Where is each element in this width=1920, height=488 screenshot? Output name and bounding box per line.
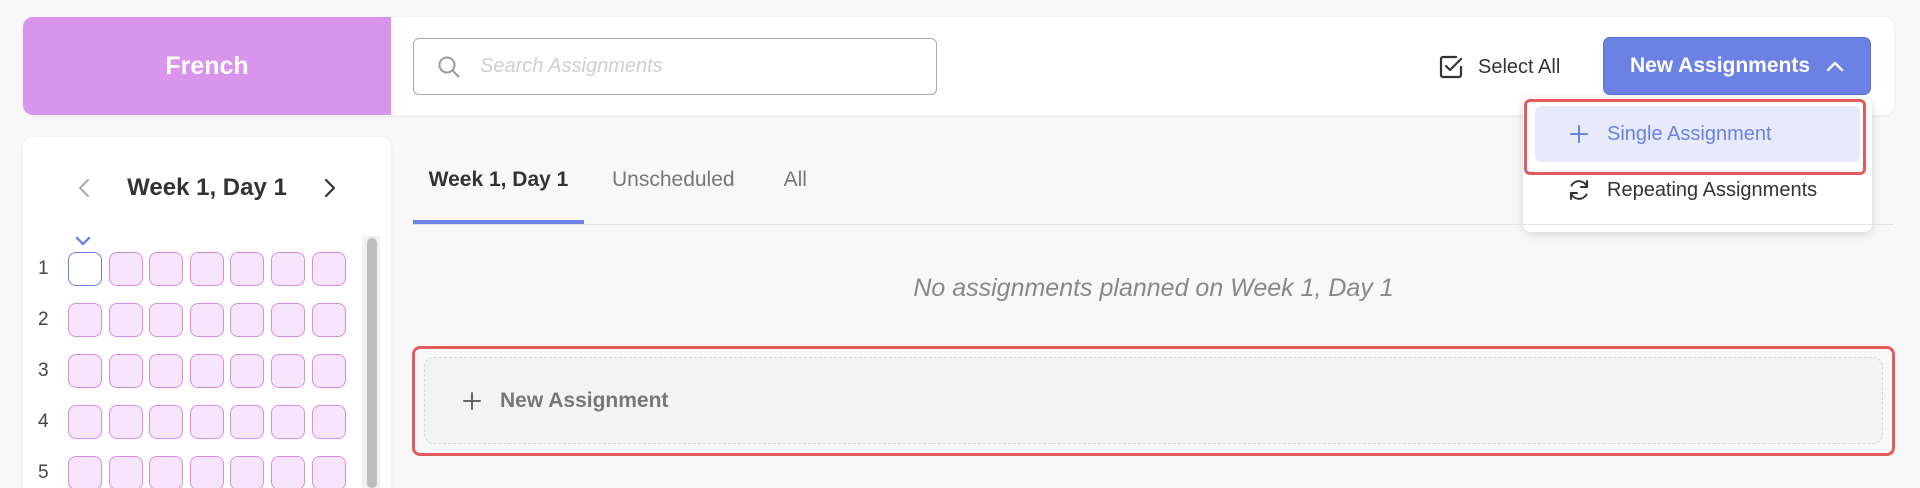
day-cell[interactable]	[270, 404, 305, 439]
day-cell[interactable]	[189, 302, 224, 337]
day-cell[interactable]	[149, 302, 184, 337]
day-cell[interactable]	[270, 251, 305, 286]
single-assignment-option[interactable]: Single Assignment	[1535, 106, 1860, 162]
day-cell[interactable]	[149, 251, 184, 286]
new-assignments-dropdown: Single Assignment Repeating Assignments	[1523, 98, 1872, 232]
select-all-button[interactable]: Select All	[1438, 50, 1560, 84]
tab-all[interactable]: All	[784, 150, 807, 224]
plus-icon	[1565, 120, 1593, 148]
week-row: 2	[38, 294, 352, 345]
day-cell[interactable]	[270, 353, 305, 388]
new-assignments-label: New Assignments	[1629, 54, 1811, 77]
day-cell[interactable]	[108, 251, 143, 286]
week-row: 3	[38, 345, 352, 396]
week-number: 2	[38, 308, 49, 330]
chevron-right-icon[interactable]	[315, 173, 345, 203]
new-assignment-button[interactable]: New Assignment	[424, 357, 1883, 444]
calendar-scrollbar-thumb[interactable]	[367, 238, 377, 488]
empty-state-message: No assignments planned on Week 1, Day 1	[913, 274, 1394, 302]
day-cell[interactable]	[189, 251, 224, 286]
calendar-grid: 1 2 3 4 5	[38, 243, 352, 488]
week-row: 1	[38, 243, 352, 294]
day-cell[interactable]	[311, 353, 346, 388]
week-title: Week 1, Day 1	[127, 174, 287, 201]
week-number: 4	[38, 410, 49, 432]
day-cell[interactable]	[230, 404, 265, 439]
day-cell-today[interactable]	[68, 251, 102, 286]
search-icon	[436, 54, 462, 80]
day-cell[interactable]	[311, 455, 346, 488]
day-cell[interactable]	[311, 404, 346, 439]
tab-divider	[413, 224, 1894, 225]
day-cell[interactable]	[108, 404, 143, 439]
day-cell[interactable]	[68, 455, 102, 488]
day-cell[interactable]	[230, 353, 265, 388]
day-cell[interactable]	[68, 302, 102, 337]
day-cell[interactable]	[149, 404, 184, 439]
new-assignment-label: New Assignment	[500, 388, 669, 412]
day-cell[interactable]	[230, 251, 265, 286]
week-number: 5	[38, 461, 49, 483]
select-all-label: Select All	[1478, 55, 1561, 78]
checkbox-checked-icon	[1438, 54, 1464, 80]
week-number: 1	[38, 257, 49, 279]
day-cell[interactable]	[311, 302, 346, 337]
day-cell[interactable]	[270, 302, 305, 337]
tab-week-1-day-1[interactable]: Week 1, Day 1	[413, 150, 584, 224]
repeating-assignments-option[interactable]: Repeating Assignments	[1535, 162, 1860, 218]
repeating-assignments-label: Repeating Assignments	[1607, 178, 1818, 201]
chevron-up-icon	[1826, 60, 1844, 72]
single-assignment-label: Single Assignment	[1607, 122, 1772, 145]
day-cell[interactable]	[108, 353, 143, 388]
view-tabs: Week 1, Day 1 Unscheduled All	[413, 150, 807, 224]
plus-icon	[460, 389, 484, 413]
week-number: 3	[38, 359, 49, 381]
day-cell[interactable]	[189, 353, 224, 388]
day-cell[interactable]	[311, 251, 346, 286]
search-input[interactable]	[480, 55, 910, 78]
day-cell[interactable]	[270, 455, 305, 488]
day-cell[interactable]	[108, 302, 143, 337]
week-navigator: Week 1, Day 1	[23, 170, 391, 206]
refresh-icon	[1565, 176, 1593, 204]
search-box[interactable]	[413, 38, 937, 95]
day-cell[interactable]	[149, 353, 184, 388]
day-cell[interactable]	[149, 455, 184, 488]
subject-title: French	[23, 17, 391, 115]
day-cell[interactable]	[189, 455, 224, 488]
day-cell[interactable]	[108, 455, 143, 488]
day-cell[interactable]	[230, 455, 265, 488]
day-cell[interactable]	[68, 353, 102, 388]
week-row: 4	[38, 396, 352, 447]
new-assignments-button[interactable]: New Assignments	[1603, 37, 1871, 95]
tab-unscheduled[interactable]: Unscheduled	[612, 150, 735, 224]
chevron-left-icon[interactable]	[69, 173, 99, 203]
day-cell[interactable]	[68, 404, 102, 439]
week-row: 5	[38, 447, 352, 488]
day-cell[interactable]	[230, 302, 265, 337]
day-cell[interactable]	[189, 404, 224, 439]
